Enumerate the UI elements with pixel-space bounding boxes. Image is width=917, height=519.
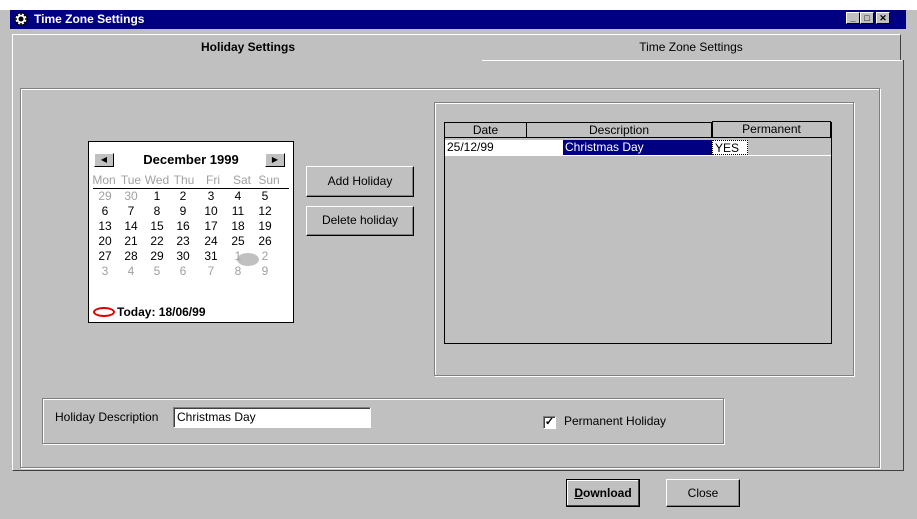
calendar-next-button[interactable]: ▶ [265, 153, 285, 167]
calendar-day[interactable]: 18 [226, 220, 250, 233]
calendar-day[interactable]: 23 [171, 235, 195, 248]
minimize-icon: _ [850, 13, 856, 23]
row-underline [445, 155, 831, 156]
calendar-day[interactable]: 20 [93, 235, 117, 248]
month-calendar[interactable]: ◀ December 1999 ▶ Mon Tue Wed Thu Fri Sa… [88, 141, 294, 323]
calendar-day[interactable]: 17 [199, 220, 223, 233]
calendar-dow: Sun [258, 173, 280, 187]
tab-holiday-settings[interactable]: Holiday Settings [12, 34, 484, 61]
calendar-day[interactable]: 9 [171, 205, 195, 218]
holiday-description-input[interactable]: Christmas Day [173, 407, 371, 428]
calendar-day[interactable]: 21 [119, 235, 143, 248]
cell-date[interactable]: 25/12/99 [445, 140, 563, 155]
add-holiday-button[interactable]: Add Holiday [306, 166, 414, 197]
calendar-day[interactable]: 8 [226, 265, 250, 278]
calendar-day[interactable]: 14 [119, 220, 143, 233]
calendar-prev-button[interactable]: ◀ [94, 153, 114, 167]
column-header-description[interactable]: Description [527, 123, 712, 138]
calendar-day[interactable]: 26 [253, 235, 277, 248]
download-button-label: Download [574, 486, 632, 500]
calendar-day[interactable]: 2 [253, 250, 277, 263]
delete-holiday-button[interactable]: Delete holiday [306, 206, 414, 236]
calendar-day[interactable]: 1 [226, 250, 250, 263]
calendar-day[interactable]: 12 [253, 205, 277, 218]
calendar-dow: Mon [92, 173, 116, 187]
tab-holiday-settings-label: Holiday Settings [200, 40, 295, 54]
permanent-holiday-checkbox[interactable]: ✓ [543, 416, 556, 429]
calendar-day[interactable]: 22 [145, 235, 169, 248]
close-window-button[interactable]: ✕ [876, 12, 890, 24]
column-header-date[interactable]: Date [445, 123, 527, 138]
calendar-dow: Wed [144, 173, 170, 187]
tab-time-zone-settings[interactable]: Time Zone Settings [482, 34, 901, 61]
permanent-holiday-label[interactable]: Permanent Holiday [564, 414, 666, 428]
close-button[interactable]: Close [666, 479, 740, 507]
calendar-dow: Thu [173, 173, 195, 187]
app-icon [14, 12, 28, 26]
calendar-day[interactable]: 9 [253, 265, 277, 278]
calendar-day[interactable]: 3 [93, 265, 117, 278]
calendar-day[interactable]: 7 [199, 265, 223, 278]
calendar-day[interactable]: 25 [226, 235, 250, 248]
calendar-day[interactable]: 7 [119, 205, 143, 218]
calendar-day[interactable]: 11 [226, 205, 250, 218]
calendar-day[interactable]: 3 [199, 190, 223, 203]
calendar-day[interactable]: 15 [145, 220, 169, 233]
calendar-day[interactable]: 16 [171, 220, 195, 233]
today-text: Today: 18/06/99 [117, 305, 206, 319]
calendar-day[interactable]: 5 [253, 190, 277, 203]
calendar-day[interactable]: 30 [119, 190, 143, 203]
calendar-day[interactable]: 27 [93, 250, 117, 263]
close-icon: ✕ [879, 13, 887, 23]
calendar-day[interactable]: 13 [93, 220, 117, 233]
calendar-dow: Fri [206, 173, 220, 187]
top-strip [0, 0, 917, 10]
calendar-day[interactable]: 24 [199, 235, 223, 248]
calendar-dow: Sat [232, 173, 251, 187]
calendar-day[interactable]: 4 [119, 265, 143, 278]
calendar-day[interactable]: 28 [119, 250, 143, 263]
calendar-day[interactable]: 29 [93, 190, 117, 203]
calendar-today-label[interactable]: Today: 18/06/99 [95, 305, 206, 319]
calendar-separator [93, 188, 289, 189]
calendar-day[interactable]: 29 [145, 250, 169, 263]
checkmark-icon: ✓ [544, 416, 555, 428]
download-button[interactable]: Download [566, 479, 640, 507]
calendar-day[interactable]: 1 [145, 190, 169, 203]
minimize-button[interactable]: _ [846, 12, 860, 24]
calendar-dow: Tue [120, 173, 142, 187]
calendar-day[interactable]: 5 [145, 265, 169, 278]
arrow-right-icon: ▶ [271, 155, 279, 164]
column-header-permanent[interactable]: Permanent [712, 121, 831, 138]
calendar-day[interactable]: 2 [171, 190, 195, 203]
holiday-description-label: Holiday Description [55, 410, 159, 424]
window-title: Time Zone Settings [34, 12, 145, 26]
title-bar[interactable]: Time Zone Settings _ □ ✕ [10, 10, 906, 29]
calendar-day[interactable]: 6 [171, 265, 195, 278]
maximize-button[interactable]: □ [860, 12, 874, 24]
arrow-left-icon: ◀ [100, 155, 108, 164]
holiday-grid[interactable]: Date Description Permanent 25/12/99 Chri… [444, 121, 832, 344]
calendar-day[interactable]: 19 [253, 220, 277, 233]
calendar-day[interactable]: 6 [93, 205, 117, 218]
calendar-day[interactable]: 4 [226, 190, 250, 203]
calendar-day[interactable]: 8 [145, 205, 169, 218]
calendar-month-title[interactable]: December 1999 [129, 152, 253, 167]
calendar-day[interactable]: 31 [199, 250, 223, 263]
cell-description[interactable]: Christmas Day [563, 140, 712, 155]
tab-time-zone-settings-label: Time Zone Settings [639, 40, 743, 54]
maximize-icon: □ [864, 13, 870, 23]
cell-permanent[interactable]: YES [712, 140, 748, 155]
calendar-day[interactable]: 30 [171, 250, 195, 263]
calendar-day[interactable]: 10 [199, 205, 223, 218]
